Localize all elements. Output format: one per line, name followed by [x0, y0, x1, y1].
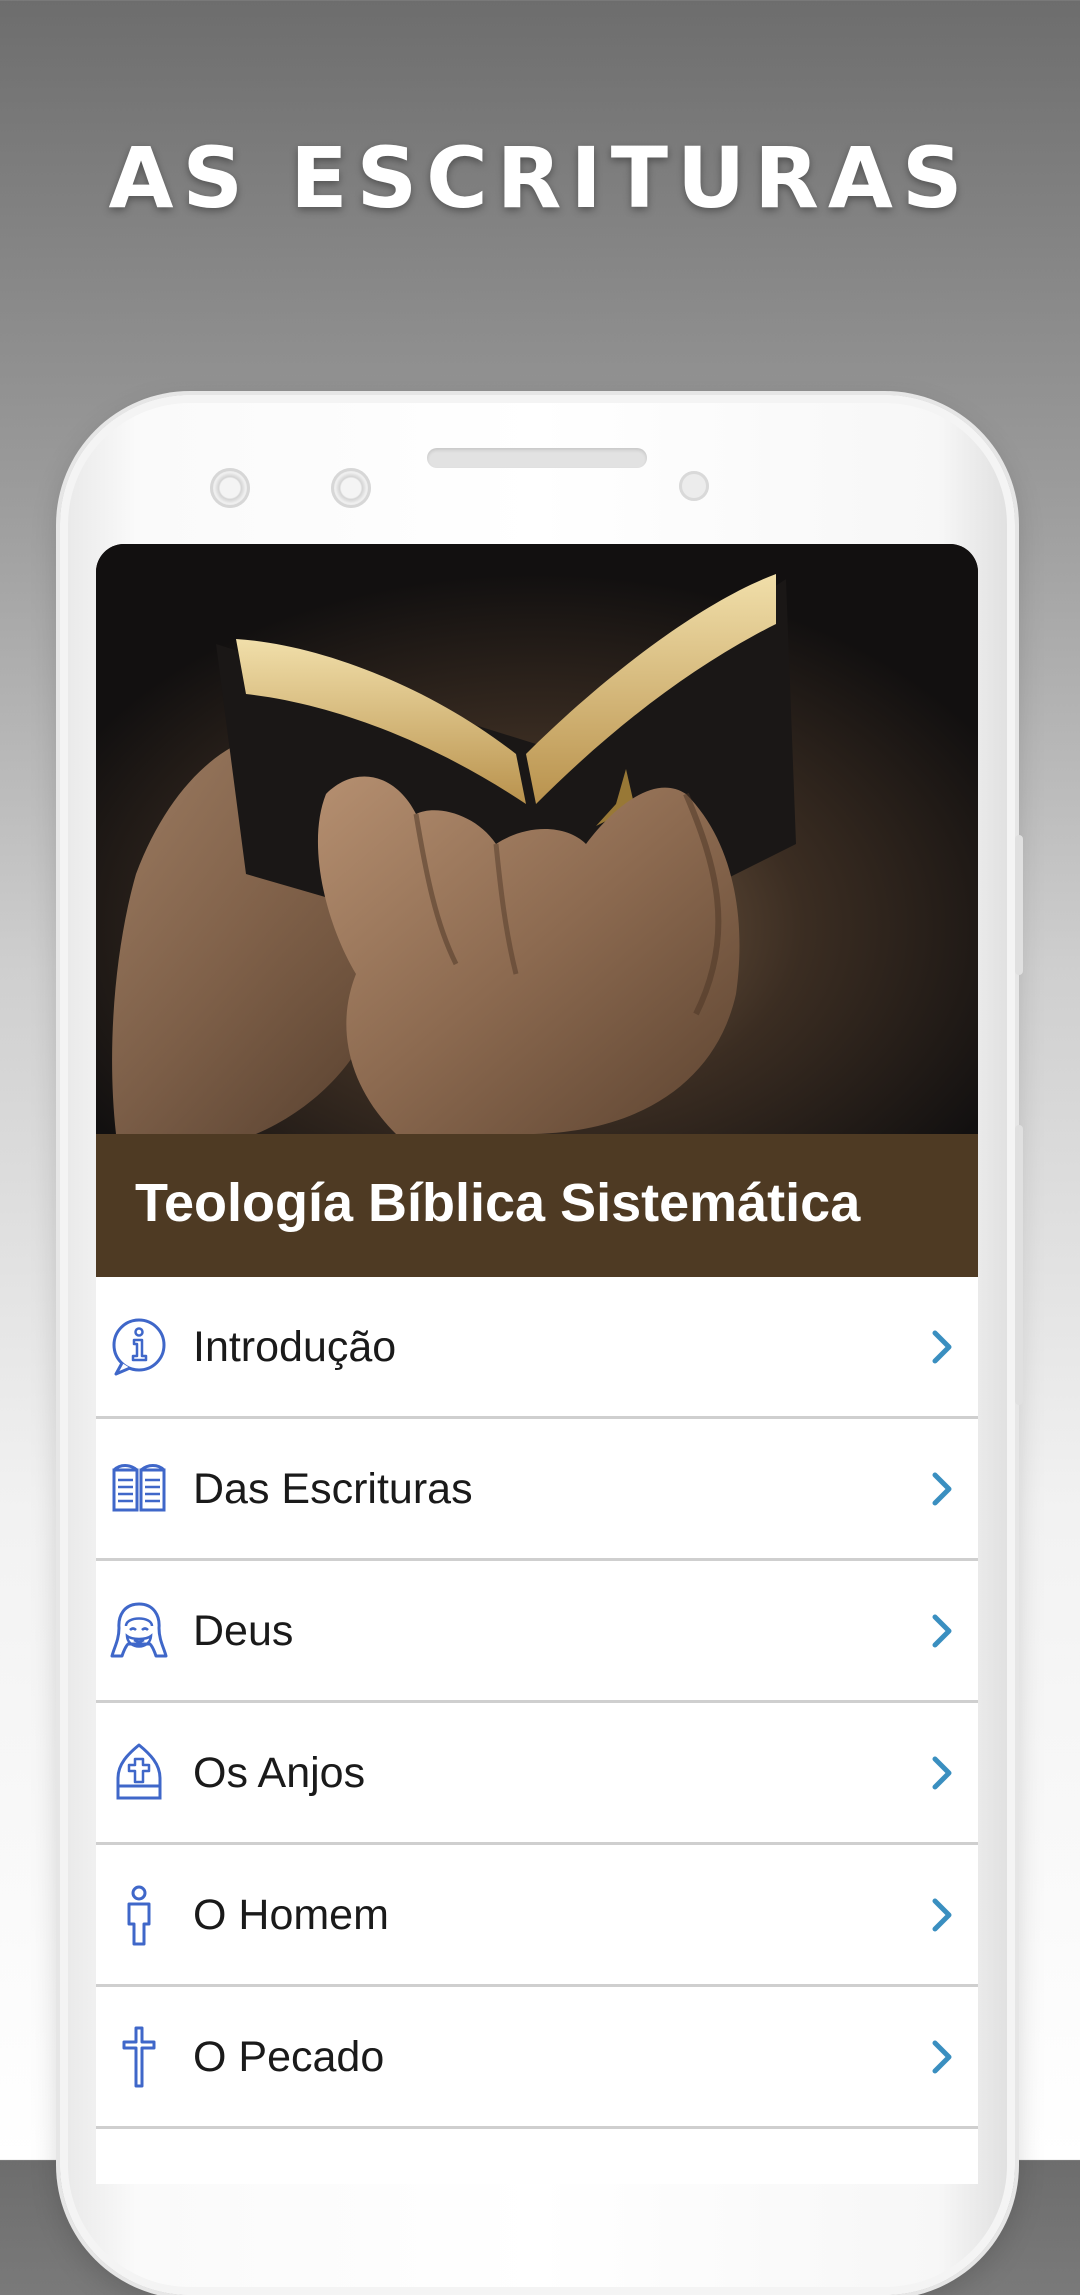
chevron-right-icon	[932, 2040, 952, 2074]
list-item-label: Das Escrituras	[193, 1465, 473, 1513]
hands-holding-bible-illustration	[96, 544, 978, 1134]
app-title: Teología Bíblica Sistemática	[135, 1173, 861, 1233]
chevron-right-icon	[932, 1614, 952, 1648]
list-item-label: Os Anjos	[193, 1749, 366, 1797]
list-item-label: O Homem	[193, 1891, 389, 1939]
volume-button	[1015, 835, 1023, 975]
list-item-introducao[interactable]: Introdução	[96, 1277, 978, 1419]
list-item-das-escrituras[interactable]: Das Escrituras	[96, 1419, 978, 1561]
list-item-label: Introdução	[193, 1323, 397, 1371]
chapter-list: Introdução Das Escrituras Deus Os Anjos …	[96, 1277, 978, 2129]
header-image	[96, 544, 978, 1134]
list-item-deus[interactable]: Deus	[96, 1561, 978, 1703]
person-icon	[127, 1885, 151, 1946]
front-camera-icon	[331, 468, 371, 508]
header-title-bar: Teología Bíblica Sistemática	[96, 1134, 978, 1277]
list-item-os-anjos[interactable]: Os Anjos	[96, 1703, 978, 1845]
chevron-right-icon	[932, 1898, 952, 1932]
open-book-icon	[112, 1464, 166, 1512]
chevron-right-icon	[932, 1756, 952, 1790]
app-screen: Teología Bíblica Sistemática Introdução …	[96, 544, 978, 2184]
list-item-o-homem[interactable]: O Homem	[96, 1845, 978, 1987]
front-camera-icon	[210, 468, 250, 508]
cross-icon	[122, 2026, 156, 2088]
power-button	[1015, 1125, 1023, 1405]
bearded-face-icon	[110, 1602, 168, 1658]
promo-title: AS ESCRITURAS	[108, 129, 972, 227]
proximity-sensor	[679, 471, 709, 501]
mitre-cross-icon	[116, 1743, 162, 1800]
list-item-label: Deus	[193, 1607, 294, 1655]
chevron-right-icon	[932, 1330, 952, 1364]
earpiece-speaker	[427, 448, 647, 468]
list-item-label: O Pecado	[193, 2033, 385, 2081]
chevron-right-icon	[932, 1472, 952, 1506]
list-item-o-pecado[interactable]: O Pecado	[96, 1987, 978, 2129]
info-speech-icon	[112, 1318, 166, 1376]
